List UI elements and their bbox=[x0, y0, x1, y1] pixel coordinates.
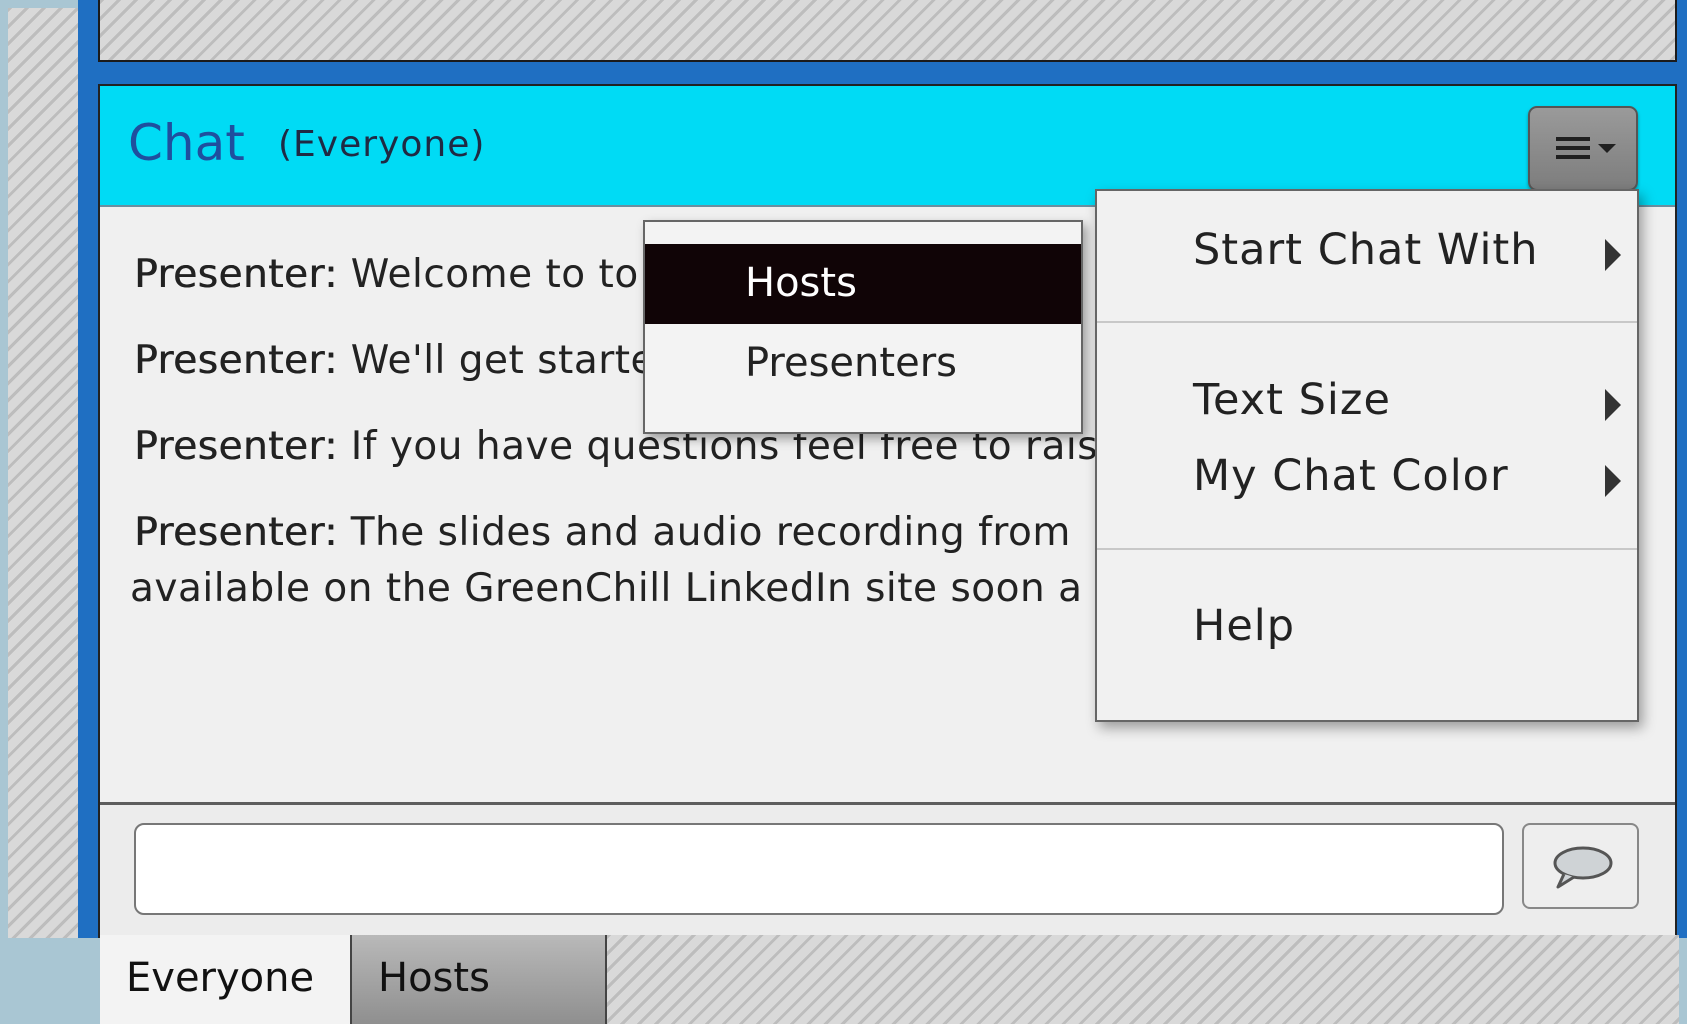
chat-audience-label: (Everyone) bbox=[278, 124, 486, 165]
triangle-right-icon bbox=[1605, 465, 1621, 497]
menu-item-text-size[interactable]: Text Size bbox=[1097, 361, 1637, 441]
hamburger-dropdown-icon bbox=[1556, 137, 1590, 164]
submenu-item-presenters[interactable]: Presenters bbox=[645, 324, 1081, 404]
menu-item-start-chat-with[interactable]: Start Chat With bbox=[1097, 211, 1637, 291]
speech-bubble-icon bbox=[1553, 846, 1613, 889]
send-message-button[interactable] bbox=[1522, 823, 1639, 909]
message-sender: Presenter: bbox=[134, 510, 338, 555]
message-sender: Presenter: bbox=[134, 338, 338, 383]
chat-message-input[interactable] bbox=[134, 823, 1504, 915]
menu-item-label: Text Size bbox=[1193, 375, 1391, 425]
caret-down-icon bbox=[1598, 144, 1616, 153]
chat-tab-bar: Everyone Hosts bbox=[100, 935, 1679, 1024]
tab-everyone[interactable]: Everyone bbox=[100, 935, 352, 1024]
chat-message: Presenter: Welcome to to bbox=[134, 252, 639, 297]
triangle-right-icon bbox=[1605, 389, 1621, 421]
menu-separator bbox=[1097, 548, 1637, 550]
message-text: Welcome to to bbox=[350, 252, 639, 297]
message-text: We'll get starte bbox=[350, 338, 656, 383]
submenu-item-hosts[interactable]: Hosts bbox=[645, 244, 1081, 324]
menu-item-help[interactable]: Help bbox=[1097, 587, 1637, 667]
top-pod-area bbox=[98, 0, 1677, 62]
chat-title: Chat bbox=[128, 114, 245, 172]
triangle-right-icon bbox=[1605, 239, 1621, 271]
left-background-strip bbox=[8, 8, 78, 938]
tab-hosts[interactable]: Hosts bbox=[352, 935, 607, 1024]
menu-item-my-chat-color[interactable]: My Chat Color bbox=[1097, 437, 1637, 517]
chat-message: Presenter: We'll get starte bbox=[134, 338, 655, 383]
pod-options-menu: Start Chat With Text Size My Chat Color … bbox=[1095, 189, 1639, 722]
menu-item-label: My Chat Color bbox=[1193, 451, 1509, 501]
pod-options-menu-button[interactable] bbox=[1528, 106, 1638, 191]
message-text: The slides and audio recording from bbox=[350, 510, 1071, 555]
message-sender: Presenter: bbox=[134, 252, 338, 297]
message-sender: Presenter: bbox=[134, 424, 338, 469]
menu-separator bbox=[1097, 321, 1637, 323]
menu-item-label: Help bbox=[1193, 601, 1296, 651]
menu-item-label: Start Chat With bbox=[1193, 225, 1539, 275]
chat-message: Presenter: The slides and audio recordin… bbox=[134, 510, 1071, 555]
start-chat-with-submenu: Hosts Presenters bbox=[643, 220, 1083, 434]
chat-input-bar bbox=[100, 802, 1675, 935]
tab-bar-filler bbox=[607, 935, 1679, 1024]
chat-message-continuation: available on the GreenChill LinkedIn sit… bbox=[130, 566, 1083, 611]
